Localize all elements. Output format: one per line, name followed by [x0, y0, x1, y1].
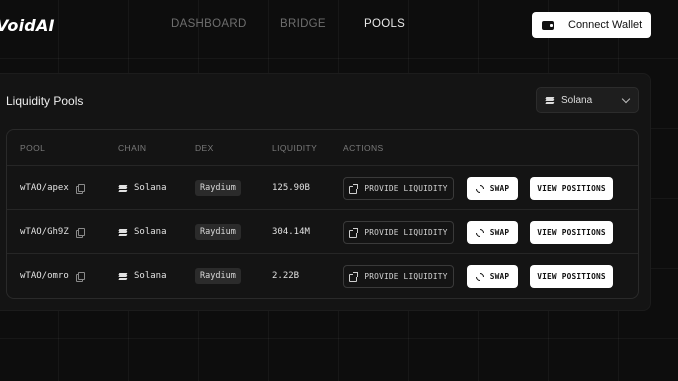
nav-item-bridge[interactable]: BRIDGE: [280, 18, 326, 30]
dex-badge: Raydium: [195, 224, 241, 240]
nav-item-pools[interactable]: POOLS: [364, 18, 405, 30]
swap-label: SWAP: [489, 184, 510, 193]
external-link-icon: [349, 227, 359, 238]
provide-liquidity-button[interactable]: PROVIDE LIQUIDITY: [343, 177, 454, 200]
pool-cell: wTAO/omro: [20, 254, 85, 298]
chevron-down-icon: [621, 94, 631, 104]
header-pool: POOL: [20, 143, 46, 153]
header-actions: ACTIONS: [343, 143, 384, 153]
chain-name: Solana: [134, 271, 167, 281]
liquidity-pools-panel: Liquidity Pools Solana POOL CHAIN DEX LI…: [0, 73, 651, 311]
view-positions-label: VIEW POSITIONS: [537, 228, 606, 237]
pools-table: POOL CHAIN DEX LIQUIDITY ACTIONS wTAO/ap…: [6, 129, 639, 299]
pool-cell: wTAO/apex: [20, 166, 85, 210]
table-row: wTAO/Gh9Z Solana Raydium 304.14M PROVIDE…: [7, 210, 638, 254]
view-positions-button[interactable]: VIEW POSITIONS: [530, 177, 613, 200]
view-positions-label: VIEW POSITIONS: [537, 272, 606, 281]
dex-cell: Raydium: [195, 254, 241, 298]
provide-liquidity-label: PROVIDE LIQUIDITY: [364, 184, 448, 193]
chain-cell: Solana: [118, 210, 167, 254]
copy-icon[interactable]: [75, 228, 85, 238]
view-positions-button[interactable]: VIEW POSITIONS: [530, 265, 613, 288]
connect-wallet-button[interactable]: Connect Wallet: [532, 12, 651, 38]
chain-select[interactable]: Solana: [536, 87, 639, 113]
provide-liquidity-button[interactable]: PROVIDE LIQUIDITY: [343, 265, 454, 288]
swap-label: SWAP: [489, 272, 510, 281]
dex-badge: Raydium: [195, 268, 241, 284]
pool-name: wTAO/apex: [20, 183, 69, 193]
solana-icon: [545, 96, 555, 104]
liquidity-value: 304.14M: [272, 227, 310, 237]
swap-label: SWAP: [489, 228, 510, 237]
swap-button[interactable]: SWAP: [467, 177, 518, 200]
nav-item-dashboard[interactable]: DASHBOARD: [171, 18, 247, 30]
dex-cell: Raydium: [195, 210, 241, 254]
dex-cell: Raydium: [195, 166, 241, 210]
swap-button[interactable]: SWAP: [467, 265, 518, 288]
header-chain: CHAIN: [118, 143, 147, 153]
swap-button[interactable]: SWAP: [467, 221, 518, 244]
solana-icon: [118, 272, 128, 280]
table-row: wTAO/apex Solana Raydium 125.90B PROVIDE…: [7, 166, 638, 210]
swap-icon: [474, 270, 486, 283]
copy-icon[interactable]: [75, 184, 85, 194]
provide-liquidity-label: PROVIDE LIQUIDITY: [364, 228, 448, 237]
view-positions-label: VIEW POSITIONS: [537, 184, 606, 193]
provide-liquidity-button[interactable]: PROVIDE LIQUIDITY: [343, 221, 454, 244]
copy-icon[interactable]: [75, 272, 85, 282]
table-header: POOL CHAIN DEX LIQUIDITY ACTIONS: [7, 130, 638, 166]
connect-wallet-label: Connect Wallet: [568, 19, 643, 31]
external-link-icon: [349, 183, 359, 194]
chain-select-value: Solana: [561, 94, 593, 106]
table-row: wTAO/omro Solana Raydium 2.22B PROVIDE L…: [7, 254, 638, 298]
solana-icon: [118, 184, 128, 192]
liquidity-value: 125.90B: [272, 183, 310, 193]
provide-liquidity-label: PROVIDE LIQUIDITY: [364, 272, 448, 281]
view-positions-button[interactable]: VIEW POSITIONS: [530, 221, 613, 244]
pool-name: wTAO/omro: [20, 271, 69, 281]
panel-title: Liquidity Pools: [6, 94, 84, 108]
liquidity-value: 2.22B: [272, 271, 300, 281]
chain-name: Solana: [134, 183, 167, 193]
pool-cell: wTAO/Gh9Z: [20, 210, 85, 254]
chain-name: Solana: [134, 227, 167, 237]
wallet-icon: [542, 20, 554, 30]
swap-icon: [474, 182, 486, 195]
pool-name: wTAO/Gh9Z: [20, 227, 69, 237]
external-link-icon: [349, 271, 359, 282]
solana-icon: [118, 228, 128, 236]
chain-cell: Solana: [118, 254, 167, 298]
swap-icon: [474, 226, 486, 239]
brand-logo[interactable]: VoidAI: [0, 16, 55, 35]
header-dex: DEX: [195, 143, 214, 153]
chain-cell: Solana: [118, 166, 167, 210]
header-liquidity: LIQUIDITY: [272, 143, 318, 153]
dex-badge: Raydium: [195, 180, 241, 196]
